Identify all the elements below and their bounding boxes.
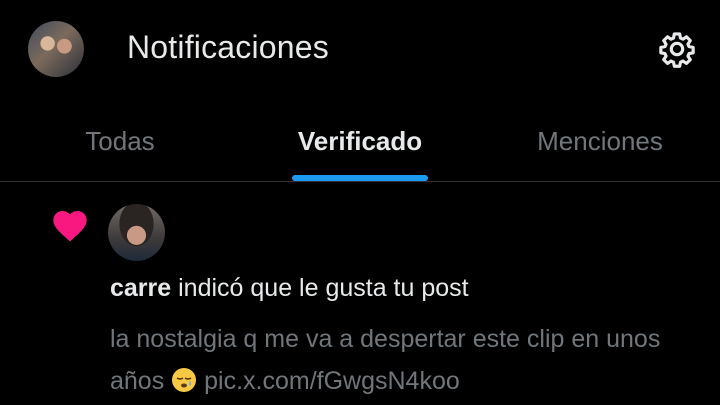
- notification-item[interactable]: carre indicó que le gusta tu post la nos…: [0, 182, 720, 405]
- tab-verified[interactable]: Verificado: [260, 100, 460, 182]
- user-avatar[interactable]: [108, 204, 165, 261]
- heart-icon: [53, 211, 87, 242]
- page-title: Notificaciones: [127, 29, 330, 65]
- post-link[interactable]: pic.x.com/fGwgsN4koo: [204, 367, 460, 395]
- profile-avatar[interactable]: [28, 21, 84, 77]
- notification-tabs: Todas Verificado Menciones: [0, 100, 720, 182]
- sleepy-face-icon: [172, 368, 197, 392]
- gear-icon[interactable]: [658, 30, 696, 68]
- tab-all[interactable]: Todas: [40, 100, 200, 182]
- post-preview[interactable]: la nostalgia q me va a despertar este cl…: [110, 318, 690, 402]
- notification-text: carre indicó que le gusta tu post: [110, 274, 469, 303]
- username[interactable]: carre: [110, 274, 171, 302]
- header: Notificaciones: [0, 0, 720, 100]
- notification-action: indicó que le gusta tu post: [171, 274, 469, 302]
- tab-mentions[interactable]: Menciones: [500, 100, 700, 182]
